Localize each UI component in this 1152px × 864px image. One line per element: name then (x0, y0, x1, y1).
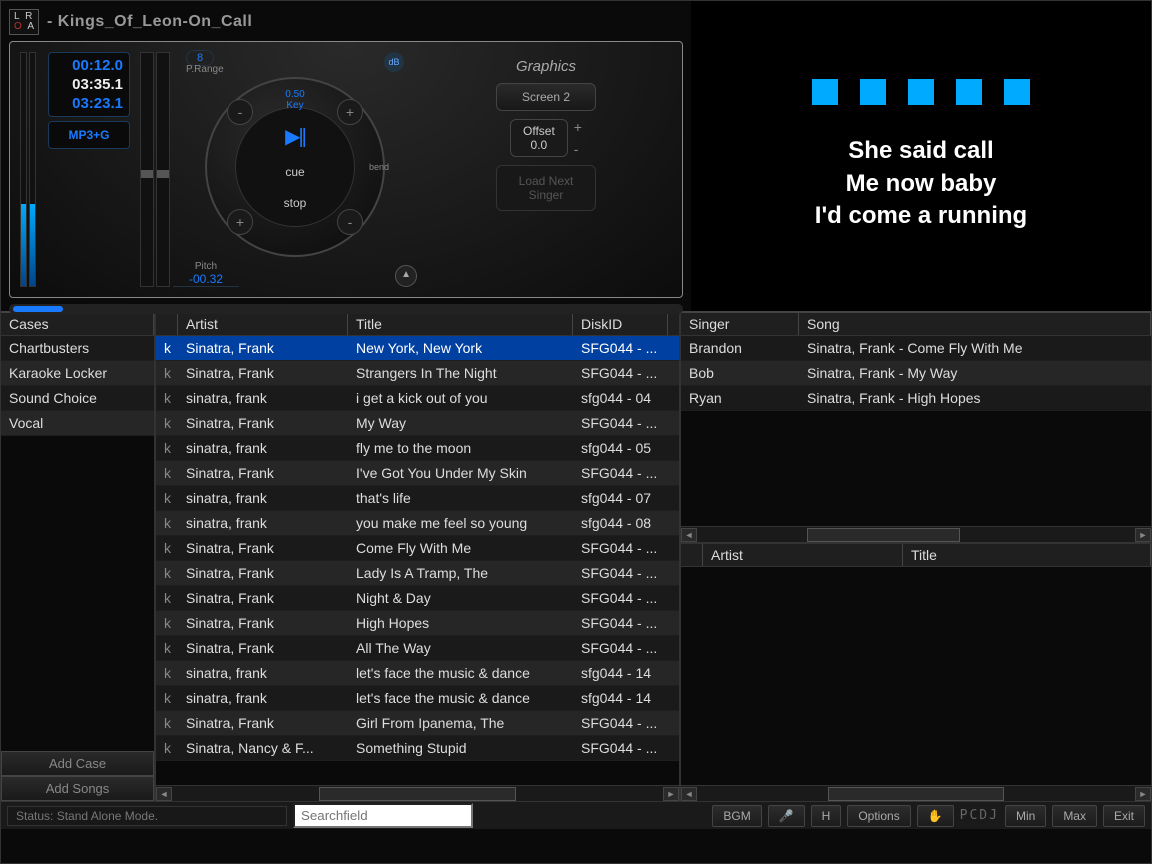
vu-meter (20, 52, 38, 287)
load-next-singer-button[interactable]: Load Next Singer (496, 165, 596, 211)
queue-hscroll[interactable]: ◄► (681, 526, 1151, 542)
add-case-button[interactable]: Add Case (1, 751, 154, 776)
format-label: MP3+G (48, 121, 130, 149)
library-hscroll[interactable]: ◄► (156, 785, 679, 801)
library-row[interactable]: kSinatra, FrankAll The WaySFG044 - ... (156, 636, 679, 661)
col-song[interactable]: Song (799, 313, 1151, 335)
col-artist2[interactable]: Artist (703, 544, 903, 566)
key-plus-button[interactable]: + (337, 99, 363, 125)
library-row[interactable]: ksinatra, frankyou make me feel so young… (156, 511, 679, 536)
bend-minus-button[interactable]: - (337, 209, 363, 235)
library-row[interactable]: ksinatra, franklet's face the music & da… (156, 661, 679, 686)
library-row[interactable]: ksinatra, franki get a kick out of yousf… (156, 386, 679, 411)
time-total: 03:35.1 (55, 76, 123, 93)
library-row[interactable]: kSinatra, FrankI've Got You Under My Ski… (156, 461, 679, 486)
library-row[interactable]: kSinatra, FrankHigh HopesSFG044 - ... (156, 611, 679, 636)
beat-indicator (1004, 79, 1030, 105)
pcdj-logo: PCDJ (960, 808, 999, 823)
pitch-value: -00.32 (173, 272, 239, 287)
cue-button[interactable]: cue (285, 165, 304, 179)
time-elapsed: 00:12.0 (55, 57, 123, 74)
library-row[interactable]: ksinatra, franklet's face the music & da… (156, 686, 679, 711)
add-songs-button[interactable]: Add Songs (1, 776, 154, 801)
screen2-button[interactable]: Screen 2 (496, 83, 596, 111)
jog-wheel[interactable]: 0.50Key bend - + + - ▶|| cue stop (205, 77, 385, 257)
library-row[interactable]: kSinatra, FrankLady Is A Tramp, TheSFG04… (156, 561, 679, 586)
library-row[interactable]: kSinatra, FrankCome Fly With MeSFG044 - … (156, 536, 679, 561)
case-item[interactable]: Chartbusters (1, 336, 154, 361)
track-title: - Kings_Of_Leon-On_Call (47, 13, 252, 31)
case-item[interactable]: Vocal (1, 411, 154, 436)
col-artist[interactable]: Artist (178, 313, 348, 335)
library-row[interactable]: ksinatra, frankfly me to the moonsfg044 … (156, 436, 679, 461)
lyrics-display: She said call Me now baby I'd come a run… (691, 1, 1151, 311)
case-item[interactable]: Karaoke Locker (1, 361, 154, 386)
lower-right-body (681, 567, 1151, 785)
stop-button[interactable]: stop (284, 196, 307, 210)
lyric-line: Me now baby (846, 168, 997, 200)
lyric-line: I'd come a running (815, 200, 1027, 232)
graphics-title: Graphics (516, 58, 576, 75)
offset-minus-button[interactable]: - (574, 141, 582, 157)
beat-indicator (956, 79, 982, 105)
library-row[interactable]: ksinatra, frankthat's lifesfg044 - 07 (156, 486, 679, 511)
queue-row[interactable]: BobSinatra, Frank - My Way (681, 361, 1151, 386)
library-row[interactable]: kSinatra, FrankNight & DaySFG044 - ... (156, 586, 679, 611)
player-deck: 00:12.0 03:35.1 03:23.1 MP3+G 8P.Range d… (9, 41, 683, 298)
options-button[interactable]: Options (847, 805, 910, 827)
mic-icon[interactable]: 🎤 (768, 805, 805, 827)
library-row[interactable]: kSinatra, Nancy & F...Something StupidSF… (156, 736, 679, 761)
h-button[interactable]: H (811, 805, 842, 827)
key-minus-button[interactable]: - (227, 99, 253, 125)
library-row[interactable]: kSinatra, FrankStrangers In The NightSFG… (156, 361, 679, 386)
beat-indicator (812, 79, 838, 105)
library-row[interactable]: kSinatra, FrankNew York, New YorkSFG044 … (156, 336, 679, 361)
library-row[interactable]: kSinatra, FrankGirl From Ipanema, TheSFG… (156, 711, 679, 736)
offset-value: 0.0 (523, 138, 555, 152)
search-input[interactable] (293, 803, 473, 828)
library-row[interactable]: kSinatra, FrankMy WaySFG044 - ... (156, 411, 679, 436)
db-icon[interactable]: dB (384, 52, 404, 72)
hand-icon[interactable]: ✋ (917, 805, 954, 827)
play-pause-button[interactable]: ▶|| (285, 124, 305, 149)
beat-indicator (860, 79, 886, 105)
col-diskid[interactable]: DiskID (573, 313, 668, 335)
offset-plus-button[interactable]: + (574, 119, 582, 135)
lower-hscroll[interactable]: ◄► (681, 785, 1151, 801)
col-singer[interactable]: Singer (681, 313, 799, 335)
min-button[interactable]: Min (1005, 805, 1046, 827)
channel-indicator: L RO A (9, 9, 39, 35)
queue-row[interactable]: RyanSinatra, Frank - High Hopes (681, 386, 1151, 411)
col-title[interactable]: Title (348, 313, 573, 335)
case-item[interactable]: Sound Choice (1, 386, 154, 411)
status-text: Status: Stand Alone Mode. (7, 806, 287, 826)
cases-header[interactable]: Cases (1, 313, 154, 335)
bgm-button[interactable]: BGM (712, 805, 761, 827)
progress-bar[interactable] (9, 304, 683, 314)
col-title2[interactable]: Title (903, 544, 1151, 566)
eq-sliders[interactable] (140, 52, 170, 287)
exit-button[interactable]: Exit (1103, 805, 1145, 827)
bend-plus-button[interactable]: + (227, 209, 253, 235)
max-button[interactable]: Max (1052, 805, 1097, 827)
time-remain: 03:23.1 (55, 95, 123, 112)
queue-row[interactable]: BrandonSinatra, Frank - Come Fly With Me (681, 336, 1151, 361)
eject-button[interactable]: ▲ (395, 265, 417, 287)
beat-indicator (908, 79, 934, 105)
lyric-line: She said call (848, 135, 993, 167)
